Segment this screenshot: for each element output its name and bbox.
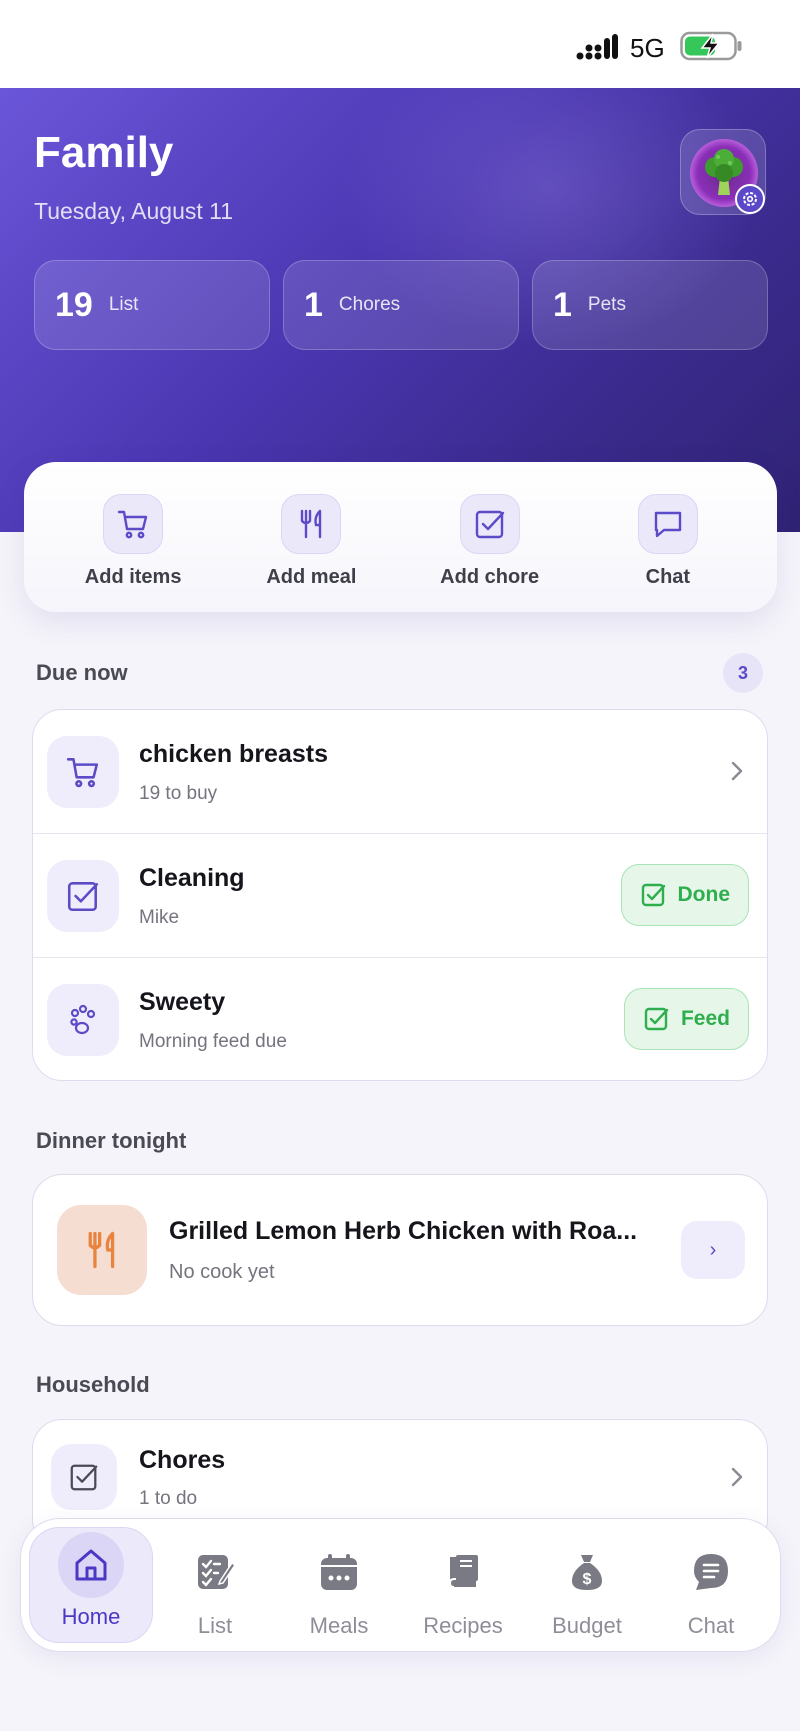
family-avatar-button[interactable] [680, 129, 766, 215]
money-bag-icon: $ [556, 1541, 618, 1603]
check-icon [644, 1007, 669, 1031]
add-chore-label: Add chore [440, 566, 540, 588]
tab-label: Home [61, 1604, 121, 1629]
date-label: Tuesday, August 11 [34, 198, 234, 224]
feed-button[interactable]: Feed [623, 988, 749, 1050]
tab-label: Meals [309, 1613, 369, 1638]
add-items-label: Add items [84, 566, 182, 588]
add-meal-button[interactable]: Add meal [226, 462, 396, 612]
item-title: Cleaning [139, 864, 245, 892]
tab-chat[interactable]: Chat [649, 1527, 773, 1643]
chat-bubble-icon [680, 1541, 742, 1603]
feed-label: Feed [680, 1007, 730, 1030]
battery-charging-icon [680, 31, 742, 61]
list-item[interactable]: Cleaning Mike Done [33, 834, 767, 958]
bottom-tab-bar: Home List Meals Recipes $ Budget Chat [20, 1518, 781, 1652]
quick-actions-card: Add items Add meal Add chore Chat [24, 462, 777, 612]
tab-home[interactable]: Home [29, 1527, 153, 1643]
meal-subtitle: No cook yet [169, 1261, 275, 1283]
meal-title: Grilled Lemon Herb Chicken with Roa... [169, 1217, 638, 1245]
paw-icon [47, 984, 119, 1056]
tab-recipes[interactable]: Recipes [401, 1527, 525, 1643]
book-icon [432, 1541, 494, 1603]
checkbox-icon [51, 1444, 117, 1510]
stat-value: 1 [553, 285, 572, 324]
signal-icon [576, 34, 618, 60]
dinner-card[interactable]: Grilled Lemon Herb Chicken with Roa... N… [32, 1174, 768, 1326]
stat-value: 19 [55, 285, 93, 324]
list-item[interactable]: Sweety Morning feed due Feed [33, 958, 767, 1080]
tab-budget[interactable]: $ Budget [525, 1527, 649, 1643]
utensils-icon [281, 494, 342, 554]
due-count-badge: 3 [723, 653, 763, 693]
stat-label: Chores [338, 294, 401, 315]
svg-text:$: $ [583, 1571, 592, 1588]
stat-value: 1 [304, 285, 323, 324]
item-subtitle: 1 to do [139, 1488, 198, 1509]
item-title: Sweety [139, 988, 226, 1016]
status-bar: 5G [0, 0, 800, 88]
checklist-icon [184, 1541, 246, 1603]
done-button[interactable]: Done [620, 864, 749, 926]
home-icon [58, 1532, 124, 1598]
checkbox-icon [459, 494, 520, 554]
chat-label: Chat [645, 566, 691, 588]
page-title: Family [34, 128, 174, 177]
cart-icon [103, 494, 164, 554]
gear-icon[interactable] [735, 184, 765, 214]
add-chore-button[interactable]: Add chore [405, 462, 575, 612]
add-items-button[interactable]: Add items [48, 462, 218, 612]
item-subtitle: 19 to buy [139, 783, 218, 804]
chat-bubble-icon [637, 494, 698, 554]
utensils-icon [57, 1205, 147, 1295]
tab-label: Chat [687, 1613, 735, 1638]
check-icon [641, 883, 665, 907]
due-now-heading: Due now [36, 660, 128, 685]
cart-icon [47, 736, 119, 808]
list-item[interactable]: chicken breasts 19 to buy [33, 710, 767, 834]
stat-label: List [108, 294, 139, 315]
calendar-icon [308, 1541, 370, 1603]
stat-label: Pets [587, 294, 626, 315]
stat-card-chores[interactable]: 1 Chores [283, 260, 519, 350]
item-title: chicken breasts [139, 740, 328, 768]
stat-card-pets[interactable]: 1 Pets [532, 260, 768, 350]
tab-label: Budget [552, 1613, 622, 1638]
dinner-heading: Dinner tonight [36, 1128, 187, 1153]
tab-list[interactable]: List [153, 1527, 277, 1643]
chevron-right-icon [731, 1467, 743, 1487]
tab-label: Recipes [423, 1613, 503, 1638]
tab-label: List [197, 1613, 233, 1638]
chevron-right-icon [731, 761, 743, 781]
item-subtitle: Morning feed due [139, 1031, 287, 1052]
item-title: Chores [139, 1446, 226, 1474]
open-meal-button[interactable]: › [681, 1221, 745, 1279]
item-subtitle: Mike [139, 907, 180, 928]
add-meal-label: Add meal [266, 566, 357, 588]
checkbox-icon [47, 860, 119, 932]
network-label: 5G [630, 33, 665, 63]
stat-card-list[interactable]: 19 List [34, 260, 270, 350]
due-now-card: chicken breasts 19 to buy Cleaning Mike … [32, 709, 768, 1081]
tab-meals[interactable]: Meals [277, 1527, 401, 1643]
household-heading: Household [36, 1372, 150, 1397]
chat-button[interactable]: Chat [583, 462, 753, 612]
done-label: Done [677, 883, 731, 906]
